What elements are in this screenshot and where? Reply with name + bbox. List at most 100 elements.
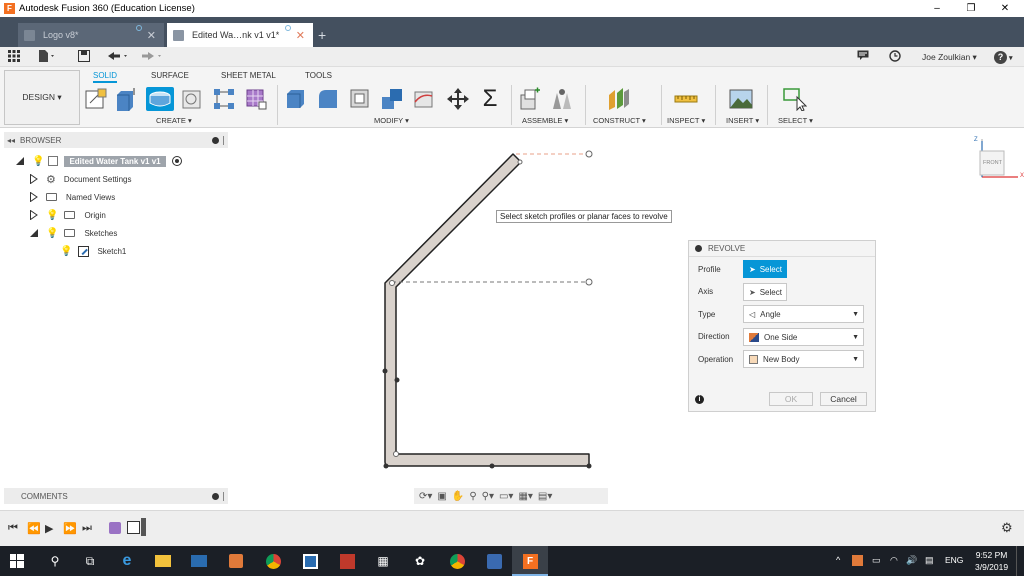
minimize-button[interactable]: – — [920, 0, 954, 17]
insert-menu[interactable]: INSERT ▾ — [726, 116, 759, 125]
expand-arrow-icon[interactable] — [30, 174, 38, 184]
go-to-end-icon[interactable]: ⏭ — [82, 522, 92, 535]
browser-item-sketches[interactable]: 💡 Sketches — [30, 225, 117, 241]
timeline-feature-icon[interactable] — [109, 522, 121, 534]
create-menu[interactable]: CREATE ▾ — [156, 116, 192, 125]
expand-arrow-icon[interactable] — [16, 157, 24, 165]
combine-icon[interactable] — [380, 87, 404, 111]
sweep-icon[interactable] — [180, 87, 204, 111]
browser-item-document-settings[interactable]: ⚙ Document Settings — [30, 171, 131, 187]
inspect-menu[interactable]: INSPECT ▾ — [667, 116, 705, 125]
browser-item-sketch1[interactable]: 💡 Sketch1 — [60, 243, 126, 259]
shell-icon[interactable] — [348, 87, 372, 111]
info-icon[interactable]: i — [695, 395, 704, 404]
workspace-switcher-button[interactable]: DESIGN ▾ — [4, 70, 80, 125]
replace-face-icon[interactable] — [412, 87, 436, 111]
close-tab-icon[interactable]: ✕ — [147, 29, 156, 42]
wifi-icon[interactable]: ◠ — [890, 555, 898, 566]
view-cube[interactable]: FRONT Z X — [974, 137, 1024, 183]
app-grid-icon[interactable] — [8, 50, 20, 65]
browser-panel-header[interactable]: ◂◂ BROWSER — [4, 132, 228, 148]
construct-menu[interactable]: CONSTRUCT ▾ — [593, 116, 646, 125]
canvas-viewport[interactable]: FRONT Z X — [232, 130, 1024, 510]
parameters-sigma-icon[interactable]: Σ — [478, 87, 502, 111]
comments-panel-header[interactable]: COMMENTS — [4, 488, 228, 504]
visibility-bulb-off-icon[interactable]: 💡 — [46, 210, 58, 221]
collapse-browser-icon[interactable]: ◂◂ — [7, 136, 15, 145]
windows-start-icon[interactable] — [8, 552, 26, 570]
comments-options-icon[interactable] — [212, 491, 224, 501]
browser-item-named-views[interactable]: Named Views — [30, 189, 115, 205]
browser-options-icon[interactable] — [212, 135, 224, 145]
app-icon[interactable] — [301, 552, 319, 570]
zoom-icon[interactable]: ⚲ — [469, 491, 476, 502]
sketch-point[interactable] — [586, 463, 592, 469]
grid-settings-icon[interactable]: ▦▾ — [518, 491, 532, 502]
visibility-bulb-icon[interactable]: 💡 — [32, 156, 44, 167]
closed-profile[interactable] — [384, 153, 590, 467]
zoom-window-icon[interactable]: ⚲▾ — [482, 491, 494, 502]
sketch-point[interactable] — [585, 150, 593, 158]
modify-menu[interactable]: MODIFY ▾ — [374, 116, 409, 125]
search-icon[interactable]: ⚲ — [46, 552, 64, 570]
move-copy-icon[interactable] — [446, 87, 470, 111]
user-account-menu[interactable]: Joe Zoulkian ▾ — [922, 52, 977, 63]
sketch-point[interactable] — [585, 278, 593, 286]
look-at-icon[interactable]: ▣ — [437, 491, 446, 502]
pattern-icon[interactable] — [212, 87, 236, 111]
language-indicator[interactable]: ENG — [945, 555, 963, 565]
sketch-point[interactable] — [383, 463, 389, 469]
offset-plane-icon[interactable] — [607, 87, 631, 111]
revolve-icon[interactable] — [146, 87, 174, 111]
cancel-button[interactable]: Cancel — [820, 392, 867, 406]
tab-surface[interactable]: SURFACE — [151, 71, 189, 80]
pan-hand-icon[interactable]: ✋ — [452, 491, 464, 502]
show-hidden-icons[interactable]: ^ — [836, 555, 840, 565]
timeline-sketch-icon[interactable] — [127, 521, 140, 534]
create-sketch-icon[interactable] — [84, 87, 108, 111]
select-window-icon[interactable] — [783, 87, 808, 112]
close-window-button[interactable]: ✕ — [988, 0, 1022, 17]
measure-icon[interactable] — [674, 87, 698, 111]
step-forward-icon[interactable]: ⏩ — [63, 522, 77, 535]
maximize-button[interactable]: ❐ — [954, 0, 988, 17]
fusion-app-icon[interactable]: F — [521, 552, 539, 570]
fillet-icon[interactable] — [316, 87, 340, 111]
press-pull-icon[interactable] — [284, 87, 308, 111]
sketch-point[interactable] — [517, 159, 523, 165]
redo-icon[interactable] — [140, 50, 164, 65]
calculator-icon[interactable]: ▦ — [374, 552, 392, 570]
viewports-icon[interactable]: ▤▾ — [538, 491, 552, 502]
ok-button[interactable]: OK — [769, 392, 813, 406]
edge-browser-icon[interactable]: e — [118, 552, 136, 570]
chrome-icon[interactable] — [264, 552, 282, 570]
play-icon[interactable]: ▶ — [45, 522, 53, 535]
job-status-clock-icon[interactable] — [889, 50, 901, 65]
sketch-point[interactable] — [389, 280, 395, 286]
axis-select-button[interactable]: ➤ Select — [743, 283, 787, 301]
insert-image-icon[interactable] — [729, 87, 753, 111]
help-icon[interactable]: ? ▾ — [994, 49, 1013, 64]
extrude-icon[interactable] — [114, 87, 138, 111]
app-icon[interactable]: ✿ — [411, 552, 429, 570]
browser-root-item[interactable]: 💡 Edited Water Tank v1 v1 — [16, 153, 182, 169]
sketch-profile[interactable] — [232, 130, 1024, 510]
profile-select-button[interactable]: ➤ Select — [743, 260, 787, 278]
new-component-icon[interactable] — [518, 87, 542, 111]
new-tab-button[interactable]: + — [318, 27, 326, 43]
action-center-icon[interactable]: ▤ — [925, 555, 934, 566]
visibility-bulb-icon[interactable]: 💡 — [46, 228, 58, 239]
go-to-start-icon[interactable]: ⏮ — [8, 522, 18, 535]
direction-dropdown[interactable]: One Side ▼ — [743, 328, 864, 346]
view-cube-face-label[interactable]: FRONT — [983, 160, 1002, 166]
file-menu-icon[interactable] — [38, 50, 56, 65]
notifications-icon[interactable] — [857, 50, 869, 64]
save-icon[interactable] — [78, 50, 90, 65]
tab-tools[interactable]: TOOLS — [305, 71, 332, 80]
undo-icon[interactable] — [106, 50, 130, 65]
tab-solid[interactable]: SOLID — [93, 71, 118, 83]
joint-icon[interactable] — [550, 87, 574, 111]
operation-dropdown[interactable]: New Body ▼ — [743, 350, 864, 368]
timeline-settings-gear-icon[interactable]: ⚙ — [1001, 520, 1013, 536]
expand-arrow-icon[interactable] — [30, 229, 38, 237]
